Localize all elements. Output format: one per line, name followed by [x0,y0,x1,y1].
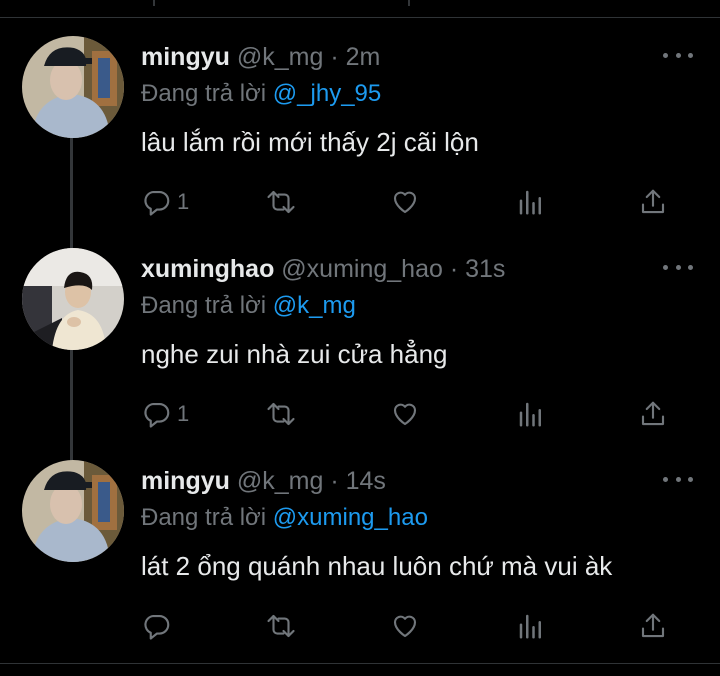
replying-to-mention[interactable]: @xuming_hao [273,504,428,531]
separator-dot: · [449,255,459,283]
reply-button[interactable] [142,608,177,644]
tweet[interactable]: xuminghao @xuming_hao · 31s Đang trả lời… [0,230,720,442]
share-button[interactable] [638,608,668,644]
retweet-icon [267,614,295,638]
replying-to-mention[interactable]: @_jhy_95 [273,80,381,107]
retweet-button[interactable] [266,396,296,432]
reply-count: 1 [177,189,190,214]
like-button[interactable] [390,184,420,220]
reply-icon [144,614,170,640]
like-button[interactable] [390,396,420,432]
heart-icon [393,403,417,426]
separator-dot: · [330,467,339,495]
more-options-icon[interactable] [663,260,693,274]
timestamp[interactable]: 2m [346,43,381,71]
reply-icon [144,402,170,428]
tweet-actions: 1 [0,396,720,432]
tweet-actions: 1 [0,184,720,220]
share-icon [641,401,665,426]
tweet-actions [0,608,720,644]
views-button[interactable] [516,608,546,644]
avatar[interactable] [22,36,124,138]
tweet-text: lâu lắm rồi mới thấy 2j cãi lộn [141,127,479,157]
share-icon [641,613,665,638]
display-name[interactable]: mingyu [141,43,230,71]
views-button[interactable] [516,184,546,220]
reply-count: 1 [177,401,190,426]
replying-to: Đang trả lời @xuming_hao [141,502,428,534]
avatar[interactable] [22,248,124,350]
views-button[interactable] [516,396,546,432]
reply-button[interactable]: 1 [142,396,189,432]
share-button[interactable] [638,396,668,432]
more-options-icon[interactable] [663,472,693,486]
views-icon [519,190,541,215]
more-options-icon[interactable] [663,48,693,62]
retweet-button[interactable] [266,184,296,220]
retweet-icon [267,190,295,214]
separator-dot: · [330,43,339,71]
timestamp[interactable]: 31s [465,255,505,283]
replying-to-label: Đang trả lời [141,504,267,531]
tweet[interactable]: mingyu @k_mg · 14s Đang trả lời @xuming_… [0,442,720,654]
like-button[interactable] [390,608,420,644]
tweet-header: mingyu @k_mg · 2m [141,41,380,73]
previous-tweet-action-stub [408,0,410,6]
replying-to-mention[interactable]: @k_mg [273,292,356,319]
tweet-header: mingyu @k_mg · 14s [141,465,386,497]
share-icon [641,189,665,214]
display-name[interactable]: xuminghao [141,255,274,283]
avatar[interactable] [22,460,124,562]
replying-to: Đang trả lời @_jhy_95 [141,78,381,110]
heart-icon [393,191,417,214]
retweet-icon [267,402,295,426]
user-handle[interactable]: @xuming_hao [281,255,443,283]
user-handle[interactable]: @k_mg [237,43,324,71]
tweet[interactable]: mingyu @k_mg · 2m Đang trả lời @_jhy_95 … [0,18,720,230]
tweet-text: lát 2 ổng quánh nhau luôn chứ mà vui àk [141,551,613,581]
bottom-divider [0,663,720,664]
heart-icon [393,615,417,638]
previous-tweet-action-stub [153,0,155,6]
reply-icon [144,190,170,216]
views-icon [519,402,541,427]
views-icon [519,614,541,639]
replying-to: Đang trả lời @k_mg [141,290,356,322]
retweet-button[interactable] [266,608,296,644]
user-handle[interactable]: @k_mg [237,467,324,495]
tweet-header: xuminghao @xuming_hao · 31s [141,253,505,285]
tweet-text: nghe zui nhà zui cửa hẳng [141,339,448,369]
replying-to-label: Đang trả lời [141,80,267,107]
timestamp[interactable]: 14s [346,467,386,495]
share-button[interactable] [638,184,668,220]
replying-to-label: Đang trả lời [141,292,267,319]
display-name[interactable]: mingyu [141,467,230,495]
reply-button[interactable]: 1 [142,184,189,220]
